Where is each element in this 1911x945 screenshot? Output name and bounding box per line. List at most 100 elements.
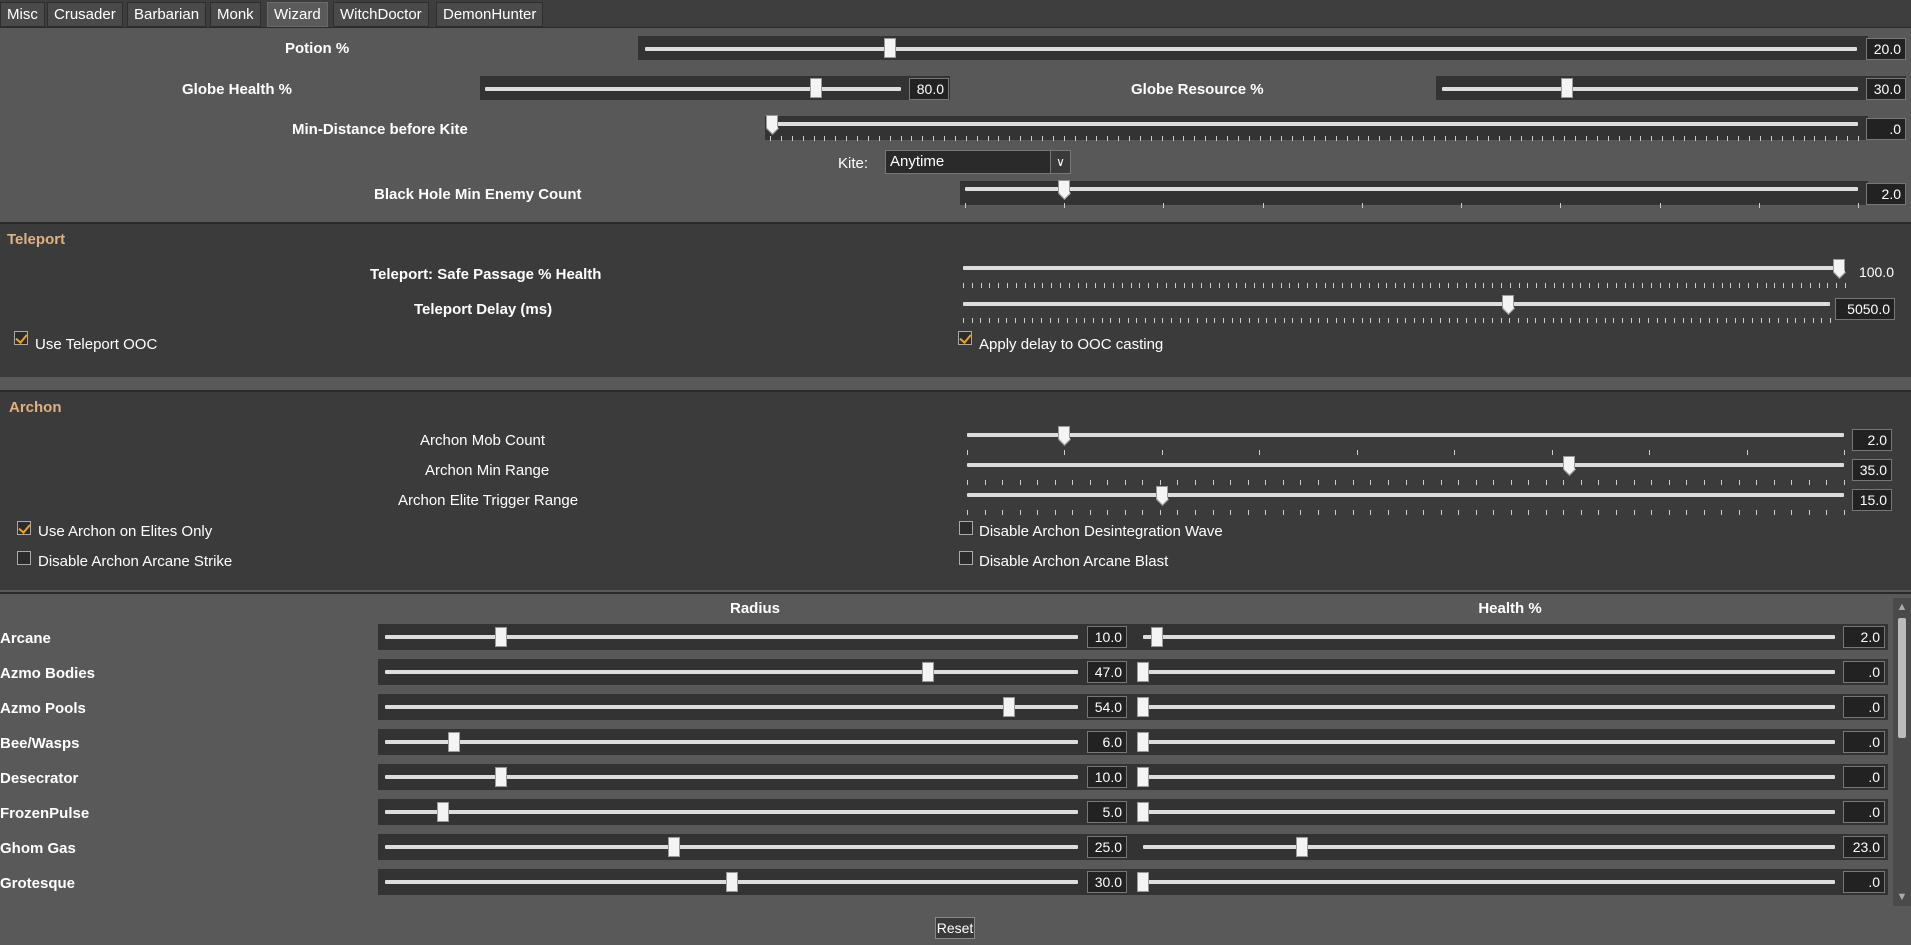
health-slider-thumb[interactable] bbox=[1137, 732, 1149, 752]
radius-slider[interactable] bbox=[385, 670, 1078, 674]
safe-passage-slider[interactable] bbox=[963, 266, 1845, 270]
radius-slider-thumb[interactable] bbox=[494, 767, 507, 787]
health-value[interactable]: 2.0 bbox=[1843, 626, 1885, 648]
radius-value[interactable]: 30.0 bbox=[1087, 871, 1127, 893]
tab-demonhunter[interactable]: DemonHunter bbox=[436, 2, 544, 27]
health-slider-thumb[interactable] bbox=[1296, 837, 1309, 857]
health-slider[interactable] bbox=[1143, 810, 1835, 814]
scrollbar-thumb[interactable] bbox=[1898, 618, 1906, 738]
safe-passage-slider-thumb[interactable] bbox=[1833, 259, 1845, 272]
health-value[interactable]: 23.0 bbox=[1843, 836, 1885, 858]
radius-slider[interactable] bbox=[385, 775, 1078, 779]
min-distance-slider-thumb[interactable] bbox=[766, 115, 778, 128]
globe-resource-slider[interactable] bbox=[1442, 87, 1858, 91]
chevron-down-icon[interactable]: ∨ bbox=[1050, 151, 1070, 173]
radius-slider[interactable] bbox=[385, 705, 1078, 709]
health-value[interactable]: .0 bbox=[1843, 871, 1885, 893]
min-distance-slider[interactable] bbox=[770, 122, 1858, 126]
health-value[interactable]: .0 bbox=[1843, 696, 1885, 718]
kite-select[interactable]: Anytime ∨ bbox=[885, 150, 1071, 174]
radius-value[interactable]: 47.0 bbox=[1087, 661, 1127, 683]
potion-slider[interactable] bbox=[645, 47, 1857, 51]
radius-slider-thumb[interactable] bbox=[725, 872, 738, 892]
health-slider[interactable] bbox=[1143, 845, 1835, 849]
health-slider-thumb[interactable] bbox=[1137, 767, 1149, 787]
radius-slider-thumb[interactable] bbox=[494, 627, 507, 647]
archon-elite-trigger-value[interactable]: 15.0 bbox=[1852, 489, 1892, 511]
reset-button[interactable]: Reset bbox=[935, 917, 975, 939]
radius-value[interactable]: 10.0 bbox=[1087, 626, 1127, 648]
health-slider[interactable] bbox=[1143, 635, 1835, 639]
radius-value[interactable]: 25.0 bbox=[1087, 836, 1127, 858]
archon-min-range-slider-thumb[interactable] bbox=[1563, 456, 1575, 469]
health-slider[interactable] bbox=[1143, 740, 1835, 744]
elites-only-checkbox[interactable] bbox=[17, 521, 31, 535]
potion-slider-thumb[interactable] bbox=[884, 38, 896, 58]
radius-slider-thumb[interactable] bbox=[436, 802, 449, 822]
health-slider-thumb[interactable] bbox=[1137, 662, 1149, 682]
globe-resource-slider-thumb[interactable] bbox=[1561, 78, 1573, 98]
use-teleport-ooc-checkbox[interactable] bbox=[14, 331, 28, 345]
radius-slider[interactable] bbox=[385, 810, 1078, 814]
radius-value[interactable]: 10.0 bbox=[1087, 766, 1127, 788]
teleport-delay-slider-thumb[interactable] bbox=[1502, 295, 1514, 308]
radius-slider-thumb[interactable] bbox=[448, 732, 461, 752]
tab-monk[interactable]: Monk bbox=[210, 2, 261, 27]
health-value[interactable]: .0 bbox=[1843, 731, 1885, 753]
archon-mob-count-value[interactable]: 2.0 bbox=[1852, 429, 1892, 451]
tick-mark bbox=[1281, 136, 1283, 141]
globe-resource-value[interactable]: 30.0 bbox=[1866, 78, 1906, 100]
health-slider[interactable] bbox=[1143, 705, 1835, 709]
health-slider-thumb[interactable] bbox=[1137, 802, 1149, 822]
tab-witchdoctor[interactable]: WitchDoctor bbox=[333, 2, 429, 27]
archon-elite-trigger-slider[interactable] bbox=[967, 493, 1844, 497]
tick-mark bbox=[1858, 203, 1859, 208]
health-slider-thumb[interactable] bbox=[1137, 697, 1149, 717]
safe-passage-value[interactable]: 100.0 bbox=[1846, 262, 1896, 284]
teleport-delay-value[interactable]: 5050.0 bbox=[1835, 298, 1895, 320]
health-slider[interactable] bbox=[1143, 775, 1835, 779]
archon-elite-trigger-slider-thumb[interactable] bbox=[1156, 486, 1168, 499]
radius-value[interactable]: 54.0 bbox=[1087, 696, 1127, 718]
grid-scrollbar[interactable]: ▲ ▼ bbox=[1893, 598, 1911, 906]
health-slider[interactable] bbox=[1143, 670, 1835, 674]
health-slider-thumb[interactable] bbox=[1150, 627, 1163, 647]
health-slider-thumb[interactable] bbox=[1137, 872, 1149, 892]
archon-min-range-value[interactable]: 35.0 bbox=[1852, 459, 1892, 481]
archon-mob-count-slider-thumb[interactable] bbox=[1058, 426, 1070, 439]
globe-health-slider[interactable] bbox=[485, 87, 901, 91]
apply-delay-checkbox[interactable] bbox=[958, 331, 972, 345]
archon-mob-count-slider[interactable] bbox=[967, 433, 1844, 437]
potion-value[interactable]: 20.0 bbox=[1866, 38, 1906, 60]
radius-value[interactable]: 5.0 bbox=[1087, 801, 1127, 823]
radius-slider-thumb[interactable] bbox=[667, 837, 680, 857]
globe-health-value[interactable]: 80.0 bbox=[909, 78, 949, 100]
min-distance-value[interactable]: .0 bbox=[1866, 118, 1906, 140]
globe-health-slider-thumb[interactable] bbox=[810, 78, 822, 98]
health-value[interactable]: .0 bbox=[1843, 766, 1885, 788]
radius-slider[interactable] bbox=[385, 635, 1078, 639]
black-hole-value[interactable]: 2.0 bbox=[1866, 183, 1906, 205]
health-value[interactable]: .0 bbox=[1843, 801, 1885, 823]
scroll-down-icon[interactable]: ▼ bbox=[1893, 888, 1911, 906]
radius-slider-thumb[interactable] bbox=[921, 662, 934, 682]
radius-slider[interactable] bbox=[385, 845, 1078, 849]
tab-crusader[interactable]: Crusader bbox=[47, 2, 123, 27]
archon-min-range-slider[interactable] bbox=[967, 463, 1844, 467]
health-value[interactable]: .0 bbox=[1843, 661, 1885, 683]
radius-slider[interactable] bbox=[385, 740, 1078, 744]
tab-misc[interactable]: Misc bbox=[0, 2, 45, 27]
tick-mark bbox=[1615, 283, 1617, 288]
disable-blast-checkbox[interactable] bbox=[959, 551, 973, 565]
black-hole-slider[interactable] bbox=[965, 187, 1858, 191]
radius-slider-thumb[interactable] bbox=[1002, 697, 1015, 717]
tab-wizard[interactable]: Wizard bbox=[267, 2, 328, 27]
disable-wave-checkbox[interactable] bbox=[959, 521, 973, 535]
teleport-delay-slider[interactable] bbox=[963, 302, 1830, 306]
scroll-up-icon[interactable]: ▲ bbox=[1893, 598, 1911, 616]
black-hole-slider-thumb[interactable] bbox=[1058, 180, 1070, 193]
health-slider[interactable] bbox=[1143, 880, 1835, 884]
tab-barbarian[interactable]: Barbarian bbox=[127, 2, 207, 27]
disable-strike-checkbox[interactable] bbox=[17, 551, 31, 565]
radius-value[interactable]: 6.0 bbox=[1087, 731, 1127, 753]
